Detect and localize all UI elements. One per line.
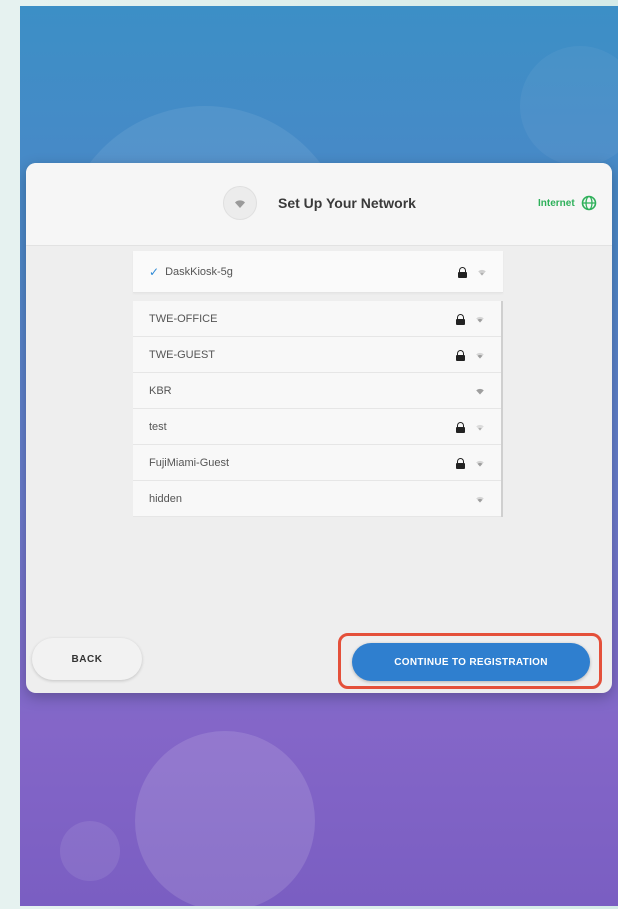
wifi-signal-icon [476,424,484,430]
network-list: ✓ DaskKiosk-5g TWE-OFFICE TWE-GUEST KBR … [133,251,503,517]
wifi-signal-icon [476,388,484,394]
available-networks: TWE-OFFICE TWE-GUEST KBR test FujiMiami-… [133,301,503,517]
network-row-twe-guest[interactable]: TWE-GUEST [133,337,501,373]
page-title: Set Up Your Network [278,195,416,211]
lock-icon [456,457,465,469]
internet-label: Internet [538,197,575,209]
network-row-test[interactable]: test [133,409,501,445]
network-row-hidden[interactable]: hidden [133,481,501,517]
lock-icon [456,349,465,361]
network-row-kbr[interactable]: KBR [133,373,501,409]
background-bokeh [60,821,120,881]
wifi-signal-icon [476,460,484,466]
background-bokeh [520,46,618,166]
network-row-fujimiami-guest[interactable]: FujiMiami-Guest [133,445,501,481]
kiosk-screen: Set Up Your Network Internet ✓ DaskKiosk… [20,6,618,906]
wifi-signal-icon [478,269,486,275]
selected-network[interactable]: ✓ DaskKiosk-5g [133,251,503,293]
globe-icon [581,195,596,211]
internet-status: Internet [538,195,597,211]
checkmark-icon: ✓ [149,264,160,279]
network-name: TWE-OFFICE [149,312,218,325]
network-setup-panel: Set Up Your Network Internet ✓ DaskKiosk… [26,163,612,693]
wifi-signal-icon [476,316,484,322]
network-name: FujiMiami-Guest [149,456,230,469]
wifi-icon [223,186,257,220]
wifi-signal-icon [476,352,484,358]
lock-icon [456,421,465,433]
network-name: DaskKiosk-5g [165,265,233,278]
panel-header: Set Up Your Network Internet [26,163,612,246]
network-row-twe-office[interactable]: TWE-OFFICE [133,301,501,337]
network-name: KBR [149,384,172,397]
network-name: test [149,420,167,433]
lock-icon [458,266,467,278]
background-bokeh [135,731,315,906]
continue-to-registration-button[interactable]: CONTINUE TO REGISTRATION [352,643,590,681]
wifi-signal-icon [476,496,484,502]
lock-icon [456,313,465,325]
network-name: hidden [149,492,183,505]
network-name: TWE-GUEST [149,348,215,361]
back-button[interactable]: BACK [32,638,142,680]
